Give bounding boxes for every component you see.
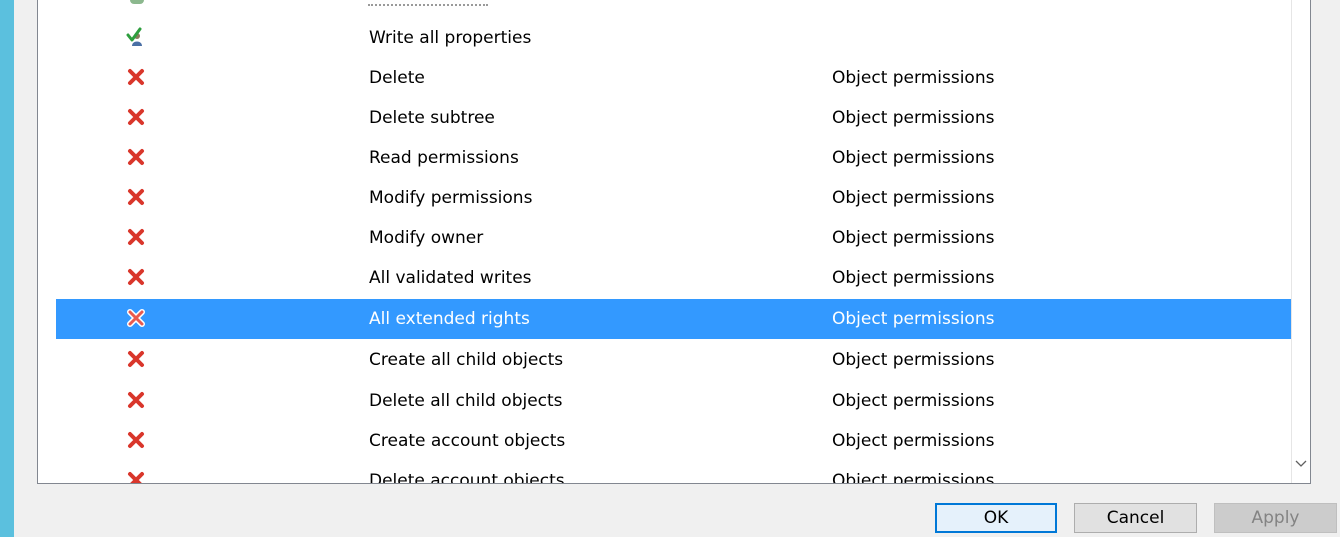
- red-x-icon: [127, 309, 145, 327]
- partial-row-icon: [130, 0, 144, 4]
- permission-name: Read permissions: [369, 148, 519, 168]
- permission-name: Delete: [369, 68, 425, 88]
- permissions-rows: Write all properties Delete Object permi…: [38, 0, 1292, 484]
- permission-name: Create all child objects: [369, 350, 564, 370]
- permission-applies-to: Object permissions: [832, 268, 995, 288]
- red-x-icon: [128, 229, 144, 245]
- permission-name: All validated writes: [369, 268, 532, 288]
- permission-name: Write all properties: [369, 28, 532, 48]
- red-x-icon: [128, 392, 144, 408]
- permission-row-create-account-objects[interactable]: Create account objects Object permission…: [56, 421, 1292, 461]
- permission-applies-to: Object permissions: [832, 68, 995, 88]
- red-x-icon: [128, 69, 144, 85]
- permission-applies-to: Object permissions: [832, 431, 995, 451]
- permission-applies-to: Object permissions: [832, 148, 995, 168]
- permission-applies-to: Object permissions: [832, 108, 995, 128]
- cancel-button[interactable]: Cancel: [1074, 503, 1197, 533]
- scroll-down-arrow-icon[interactable]: [1292, 455, 1310, 473]
- user-green-check-icon: [126, 27, 142, 46]
- permission-row-delete-account-objects[interactable]: Delete account objects Object permission…: [56, 461, 1292, 484]
- red-x-icon: [128, 432, 144, 448]
- permission-name: All extended rights: [369, 309, 530, 329]
- window-accent-strip: [0, 0, 14, 537]
- red-x-icon: [128, 189, 144, 205]
- permission-row-read-permissions[interactable]: Read permissions Object permissions: [56, 138, 1292, 178]
- permission-row-modify-permissions[interactable]: Modify permissions Object permissions: [56, 178, 1292, 218]
- permission-name: Delete account objects: [369, 471, 565, 484]
- permission-applies-to: Object permissions: [832, 471, 995, 484]
- permission-row-delete[interactable]: Delete Object permissions: [56, 58, 1292, 98]
- ok-button[interactable]: OK: [935, 503, 1057, 533]
- permissions-list[interactable]: Write all properties Delete Object permi…: [37, 0, 1311, 484]
- permission-row-delete-subtree[interactable]: Delete subtree Object permissions: [56, 98, 1292, 138]
- permission-name: Delete subtree: [369, 108, 495, 128]
- permission-applies-to: Object permissions: [832, 309, 995, 329]
- apply-button[interactable]: Apply: [1214, 503, 1337, 533]
- red-x-icon: [128, 149, 144, 165]
- permission-applies-to: Object permissions: [832, 228, 995, 248]
- permission-name: Delete all child objects: [369, 391, 563, 411]
- permission-row-modify-owner[interactable]: Modify owner Object permissions: [56, 218, 1292, 258]
- permission-applies-to: Object permissions: [832, 391, 995, 411]
- red-x-icon: [128, 269, 144, 285]
- permission-row-create-all-child-objects[interactable]: Create all child objects Object permissi…: [56, 340, 1292, 380]
- permission-applies-to: Object permissions: [832, 188, 995, 208]
- permission-name: Modify permissions: [369, 188, 533, 208]
- partial-row-text: [368, 0, 488, 6]
- permission-name: Create account objects: [369, 431, 566, 451]
- red-x-icon: [128, 472, 144, 483]
- permission-row-delete-all-child-objects[interactable]: Delete all child objects Object permissi…: [56, 381, 1292, 421]
- permission-name: Modify owner: [369, 228, 484, 248]
- permission-applies-to: Object permissions: [832, 350, 995, 370]
- permission-row-all-extended-rights[interactable]: All extended rights Object permissions: [56, 299, 1292, 339]
- vertical-scrollbar[interactable]: [1291, 0, 1310, 483]
- permission-row-all-validated-writes[interactable]: All validated writes Object permissions: [56, 258, 1292, 298]
- red-x-icon: [128, 351, 144, 367]
- permission-row-write-all-properties[interactable]: Write all properties: [56, 18, 1292, 58]
- red-x-icon: [128, 109, 144, 125]
